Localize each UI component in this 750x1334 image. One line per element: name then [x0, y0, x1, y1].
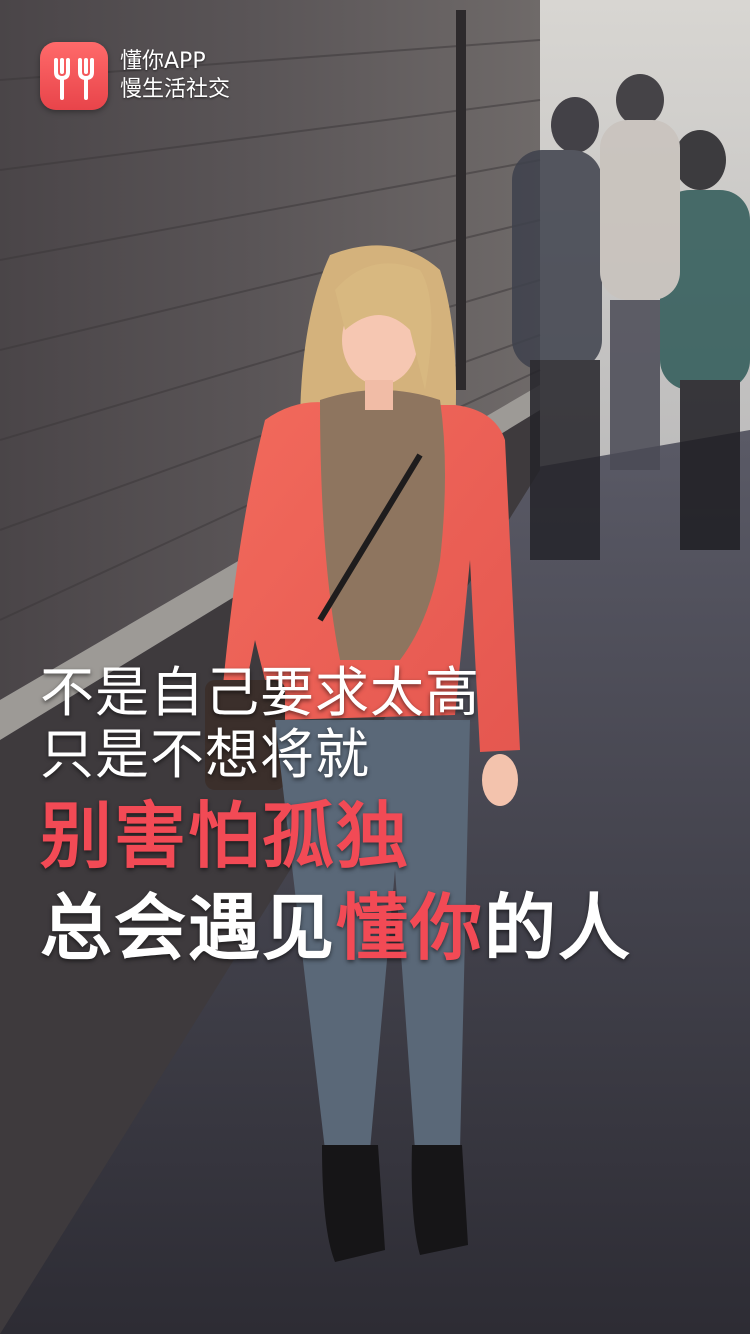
brand-text-block: 懂你APP 慢生活社交: [120, 48, 230, 104]
forks-logo-icon: [54, 58, 94, 100]
headline-line-4-prefix: 总会遇见: [40, 886, 337, 970]
drainpipe: [456, 10, 466, 390]
app-logo: [40, 42, 108, 110]
brand-header: 懂你APP 慢生活社交: [40, 42, 230, 110]
app-slogan: 慢生活社交: [120, 77, 231, 102]
headline-line-3: 别害怕孤独: [40, 794, 411, 878]
app-name: 懂你APP: [120, 49, 206, 74]
headline-line-2: 只是不想将就: [40, 723, 370, 786]
headline-line-4-suffix: 的人: [484, 886, 633, 970]
headline-line-4: 总会遇见懂你的人: [40, 882, 730, 974]
headline-line-1: 不是自己要求太高: [40, 661, 480, 724]
headline-line-4-accent: 懂你: [336, 886, 485, 970]
headline-block: 不是自己要求太高 只是不想将就 别害怕孤独 总会遇见懂你的人: [40, 662, 730, 974]
